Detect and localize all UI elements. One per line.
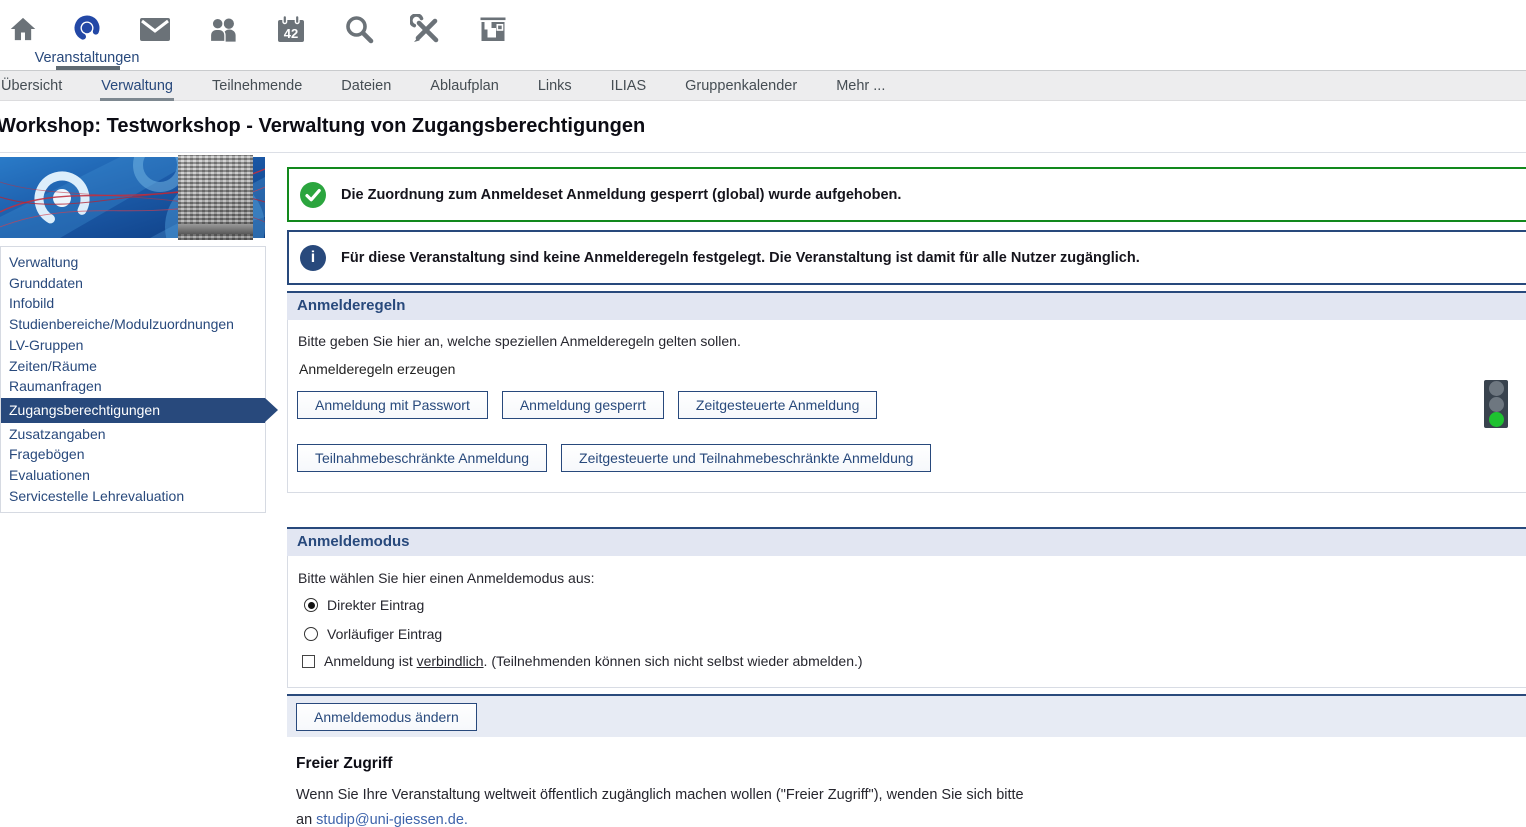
anmelderegeln-header: Anmelderegeln <box>287 291 1526 320</box>
sidebar-item-infobild[interactable]: Infobild <box>1 293 265 314</box>
tab-mehr[interactable]: Mehr ... <box>835 71 886 101</box>
tab-gruppenkalender[interactable]: Gruppenkalender <box>684 71 798 101</box>
radio-button-selected[interactable] <box>304 598 318 612</box>
anmelderegeln-intro: Bitte geben Sie hier an, welche speziell… <box>298 333 741 349</box>
sidebar-item-zugangsberechtigungen[interactable]: Zugangsberechtigungen <box>1 398 265 423</box>
tab-uebersicht[interactable]: Übersicht <box>0 71 63 101</box>
anmeldung-gesperrt-button[interactable]: Anmeldung gesperrt <box>502 391 664 419</box>
freier-zugriff-title: Freier Zugriff <box>296 755 1036 773</box>
studip-mail-link[interactable]: studip@uni-giessen.de. <box>316 812 468 827</box>
info-message: i Für diese Veranstaltung sind keine Anm… <box>287 230 1526 285</box>
success-check-icon <box>300 182 326 208</box>
anmeldemodus-header: Anmeldemodus <box>287 527 1526 556</box>
radio-label: Direkter Eintrag <box>327 597 424 613</box>
mail-icon[interactable] <box>139 13 171 45</box>
tab-dateien[interactable]: Dateien <box>340 71 392 101</box>
anmeldung-mit-passwort-button[interactable]: Anmeldung mit Passwort <box>297 391 488 419</box>
bulletin-board-icon[interactable] <box>477 13 509 45</box>
top-icon-bar: 42 V <box>0 0 1526 70</box>
checkbox-verbindlich[interactable]: Anmeldung ist verbindlich. (Teilnehmende… <box>302 653 863 669</box>
search-icon[interactable] <box>343 13 375 45</box>
sidebar-item-zeiten-raeume[interactable]: Zeiten/Räume <box>1 356 265 377</box>
underlined-term: verbindlich <box>417 653 484 669</box>
anmelderegeln-body: Bitte geben Sie hier an, welche speziell… <box>287 320 1526 493</box>
checkbox-unchecked[interactable] <box>302 655 315 668</box>
tab-ablaufplan[interactable]: Ablaufplan <box>429 71 500 101</box>
anmelderegeln-button-row-2: Teilnahmebeschränkte Anmeldung Zeitgeste… <box>297 444 931 472</box>
sidebar-item-zusatzangaben[interactable]: Zusatzangaben <box>1 424 265 445</box>
tab-links[interactable]: Links <box>537 71 573 101</box>
tools-icon[interactable] <box>409 13 441 45</box>
tab-ilias[interactable]: ILIAS <box>610 71 647 101</box>
search-icon-glyph <box>344 14 374 44</box>
traffic-light-icon <box>1484 380 1508 428</box>
sidebar-item-studienbereiche[interactable]: Studienbereiche/Modulzuordnungen <box>1 314 265 335</box>
page-title: Workshop: Testworkshop - Verwaltung von … <box>0 115 645 138</box>
course-photo <box>178 155 253 240</box>
radio-direkter-eintrag[interactable]: Direkter Eintrag <box>304 597 424 613</box>
freier-zugriff-text: Wenn Sie Ihre Veranstaltung weltweit öff… <box>296 783 1036 827</box>
anmeldemodus-body: Bitte wählen Sie hier einen Anmeldemodus… <box>287 556 1526 688</box>
title-divider <box>0 152 1526 153</box>
tab-bar: Übersicht Verwaltung Teilnehmende Dateie… <box>0 70 1526 101</box>
home-icon[interactable] <box>7 13 39 45</box>
sidebar-item-raumanfragen[interactable]: Raumanfragen <box>1 376 265 397</box>
mail-icon-glyph <box>140 18 170 41</box>
zeitgesteuerte-teilnahmebeschraenkte-button[interactable]: Zeitgesteuerte und Teilnahmebeschränkte … <box>561 444 931 472</box>
photo-detail <box>178 224 253 234</box>
schedule-icon-glyph: 42 <box>276 14 306 44</box>
sidebar-item-lv-gruppen[interactable]: LV-Gruppen <box>1 335 265 356</box>
radio-button-unselected[interactable] <box>304 627 318 641</box>
zeitgesteuerte-anmeldung-button[interactable]: Zeitgesteuerte Anmeldung <box>678 391 877 419</box>
radio-label: Vorläufiger Eintrag <box>327 626 442 642</box>
bulletin-board-icon-glyph <box>478 16 508 43</box>
info-icon: i <box>300 245 326 271</box>
calendar-week-number: 42 <box>284 26 298 41</box>
anmeldemodus-footer: Anmeldemodus ändern <box>287 694 1526 737</box>
schedule-icon[interactable]: 42 <box>275 13 307 45</box>
sidebar-item-evaluationen[interactable]: Evaluationen <box>1 465 265 486</box>
freier-zugriff-block: Freier Zugriff Wenn Sie Ihre Veranstaltu… <box>296 755 1036 827</box>
checkbox-label: Anmeldung ist verbindlich. (Teilnehmende… <box>324 653 863 669</box>
tab-verwaltung[interactable]: Verwaltung <box>100 71 174 101</box>
sidebar-item-grunddaten[interactable]: Grunddaten <box>1 273 265 294</box>
teilnahmebeschraenkte-anmeldung-button[interactable]: Teilnahmebeschränkte Anmeldung <box>297 444 547 472</box>
success-message-text: Die Zuordnung zum Anmeldeset Anmeldung g… <box>341 187 901 203</box>
sidebar-item-frageboegen[interactable]: Fragebögen <box>1 444 265 465</box>
traffic-light-yellow-off <box>1489 397 1504 412</box>
community-icon-glyph <box>208 17 239 42</box>
anmeldemodus-aendern-button[interactable]: Anmeldemodus ändern <box>296 703 477 731</box>
tab-teilnehmende[interactable]: Teilnehmende <box>211 71 303 101</box>
community-icon[interactable] <box>207 13 239 45</box>
anmelderegeln-button-row-1: Anmeldung mit Passwort Anmeldung gesperr… <box>297 391 877 419</box>
traffic-light-red-off <box>1489 381 1504 396</box>
courses-icon-glyph <box>71 13 103 45</box>
sidebar-nav: Verwaltung Grunddaten Infobild Studienbe… <box>0 246 266 513</box>
info-message-text: Für diese Veranstaltung sind keine Anmel… <box>341 250 1140 266</box>
section-anmeldemodus: Anmeldemodus Bitte wählen Sie hier einen… <box>287 527 1526 688</box>
radio-vorlaeufiger-eintrag[interactable]: Vorläufiger Eintrag <box>304 626 442 642</box>
anmelderegeln-create-label: Anmelderegeln erzeugen <box>299 361 455 377</box>
anmeldemodus-intro: Bitte wählen Sie hier einen Anmeldemodus… <box>298 570 595 586</box>
home-icon-glyph <box>9 15 37 43</box>
courses-icon[interactable] <box>71 13 103 45</box>
studip-window: 42 V <box>0 0 1526 827</box>
traffic-light-green-on <box>1489 412 1504 427</box>
success-message: Die Zuordnung zum Anmeldeset Anmeldung g… <box>287 167 1526 222</box>
tools-icon-glyph <box>410 14 440 44</box>
sidebar-item-verwaltung[interactable]: Verwaltung <box>1 252 265 273</box>
active-nav-label: Veranstaltungen <box>34 50 140 66</box>
sidebar-item-servicestelle[interactable]: Servicestelle Lehrevaluation <box>1 486 265 507</box>
section-anmelderegeln: Anmelderegeln Bitte geben Sie hier an, w… <box>287 291 1526 493</box>
